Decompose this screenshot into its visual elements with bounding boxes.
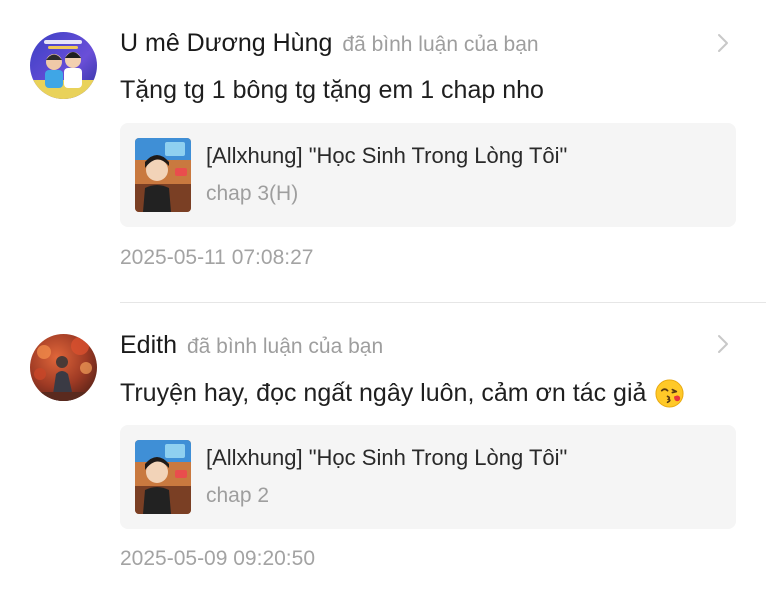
user-avatar[interactable] <box>30 334 97 401</box>
story-cover-icon <box>135 138 191 212</box>
story-thumbnail <box>135 440 191 514</box>
notification-header: Edith đã bình luận của bạn <box>120 331 383 360</box>
story-thumbnail <box>135 138 191 212</box>
story-title: [Allxhung] "Học Sinh Trong Lòng Tôi" <box>206 445 568 470</box>
chevron-right-icon[interactable] <box>714 32 732 54</box>
username[interactable]: Edith <box>120 331 177 359</box>
story-cover-icon <box>135 440 191 514</box>
comment-text: Tặng tg 1 bông tg tặng em 1 chap nho <box>120 76 544 105</box>
chevron-right-icon[interactable] <box>714 333 732 355</box>
comment-body: Truyện hay, đọc ngất ngây luôn, cảm ơn t… <box>120 379 647 407</box>
story-card[interactable]: [Allxhung] "Học Sinh Trong Lòng Tôi" cha… <box>120 425 736 529</box>
chapter-label: chap 3(H) <box>206 182 299 205</box>
username[interactable]: U mê Dương Hùng <box>120 29 332 57</box>
notification-header: U mê Dương Hùng đã bình luận của bạn <box>120 29 539 58</box>
story-title: [Allxhung] "Học Sinh Trong Lòng Tôi" <box>206 143 568 168</box>
story-card[interactable]: [Allxhung] "Học Sinh Trong Lòng Tôi" cha… <box>120 123 736 227</box>
comment-body: Tặng tg 1 bông tg tặng em 1 chap nho <box>120 76 544 104</box>
action-text: đã bình luận của bạn <box>342 33 539 56</box>
action-text: đã bình luận của bạn <box>186 335 384 358</box>
avatar-image-icon <box>30 32 97 99</box>
notification-item[interactable]: U mê Dương Hùng đã bình luận của bạn Tặng… <box>0 0 766 303</box>
face-blowing-kiss-icon <box>655 379 684 408</box>
user-avatar[interactable] <box>30 32 97 99</box>
comment-text: Truyện hay, đọc ngất ngây luôn, cảm ơn t… <box>120 378 685 409</box>
notification-item[interactable]: Edith đã bình luận của bạn Truyện hay, đọ… <box>0 303 766 600</box>
chapter-label: chap 2 <box>206 484 270 507</box>
avatar-image-icon <box>30 334 97 401</box>
timestamp: 2025-05-09 09:20:50 <box>120 547 315 570</box>
timestamp: 2025-05-11 07:08:27 <box>120 246 314 269</box>
